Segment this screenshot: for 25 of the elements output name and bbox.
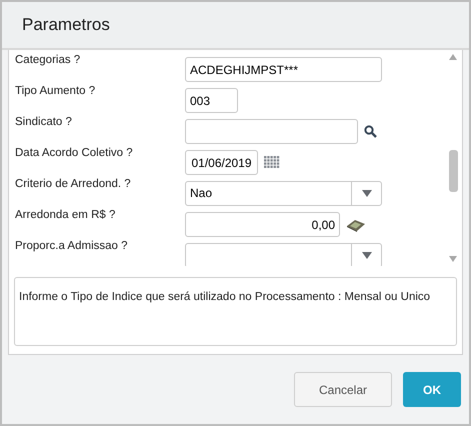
calculator-icon[interactable] [346,218,366,232]
window-title: Parametros [22,14,110,36]
field-label: Arredonda em R$ ? [15,208,116,223]
scroll-thumb[interactable] [448,150,458,192]
caret-icon [362,252,372,259]
calendar-icon[interactable] [264,156,280,169]
dropdown[interactable] [185,243,382,266]
field-label: Tipo Aumento ? [15,84,96,99]
input-field[interactable]: 003 [185,88,238,113]
input-field[interactable]: ACDEGHIJMPST*** [185,57,382,82]
cancel-button[interactable]: Cancelar [294,372,392,407]
input-field[interactable] [185,119,358,144]
field-label: Data Acordo Coletivo ? [15,146,134,161]
input-field[interactable]: 0,00 [185,212,340,237]
search-icon[interactable] [364,125,377,138]
scroll-down-icon[interactable] [449,256,457,262]
field-label: Categorias ? [15,53,82,68]
input-field[interactable]: 01/06/2019 [185,150,258,175]
caret-icon [362,190,372,197]
field-label: Criterio de Arredond. ? [15,177,132,192]
scroll-up-icon[interactable] [449,54,457,60]
dropdown[interactable]: Nao [185,181,382,206]
field-label: Proporc.a Admissao ? [15,239,129,254]
help-text: Informe o Tipo de Indice que será utilizado no Processamento : Mensal ou Unico [19,291,430,303]
field-label: Sindicato ? [15,115,73,130]
